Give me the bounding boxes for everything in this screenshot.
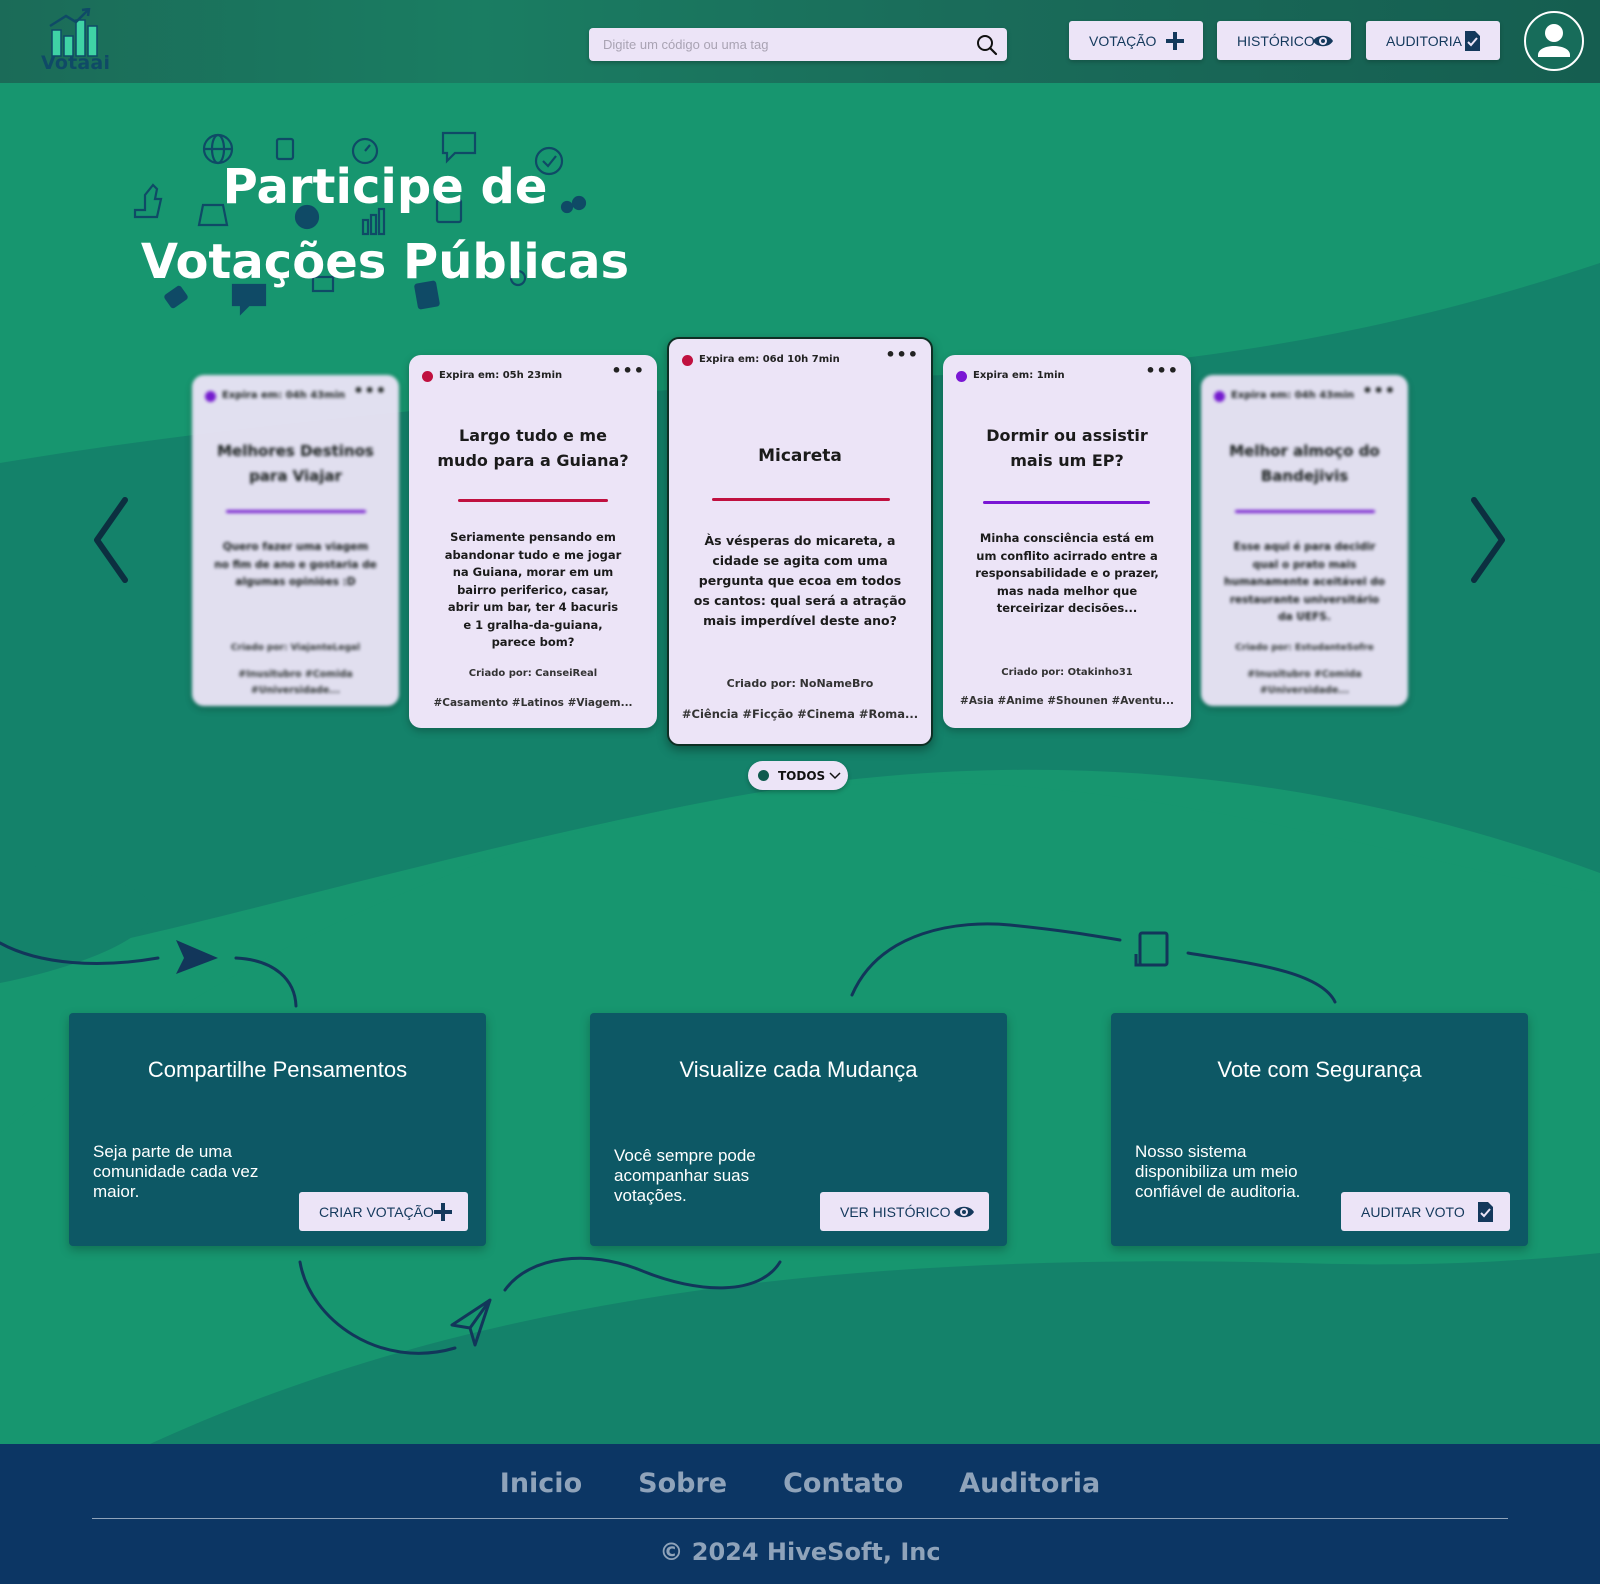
hero-title-line2: Votações Públicas <box>140 234 630 290</box>
audit-vote-button[interactable]: AUDITAR VOTO <box>1341 1192 1510 1231</box>
create-vote-button[interactable]: CRIAR VOTAÇÃO <box>299 1192 468 1231</box>
footer-link-auditoria[interactable]: Auditoria <box>959 1468 1100 1499</box>
more-options-icon[interactable]: ••• <box>1362 381 1396 400</box>
eye-icon <box>954 1206 974 1218</box>
feature-title: Compartilhe Pensamentos <box>147 1057 408 1082</box>
audit-button[interactable]: AUDITORIA <box>1366 21 1500 60</box>
card-title: Dormir ou assistir mais um EP? <box>986 426 1148 470</box>
copyright: © 2024 HiveSoft, Inc <box>659 1538 941 1566</box>
feature-card-audit: Vote com Segurança Nosso sistema disponi… <box>1111 1013 1528 1246</box>
footer-link-contato[interactable]: Contato <box>783 1468 903 1499</box>
status-dot <box>956 371 967 382</box>
filter-label: TODOS <box>778 768 826 783</box>
card-creator: Criado por: EstudanteSofre <box>1235 643 1374 653</box>
card-description: Seriamente pensando em abandonar tudo e … <box>444 530 622 649</box>
status-dot <box>422 371 433 382</box>
feature-description: Seja parte de uma comunidade cada vez ma… <box>93 1142 259 1201</box>
card-expire: Expira em: 06d 10h 7min <box>699 354 840 365</box>
view-history-label: VER HISTÓRICO <box>840 1203 951 1220</box>
new-vote-button[interactable]: VOTAÇÃO <box>1069 21 1203 60</box>
card-title: Largo tudo e me mudo para a Guiana? <box>437 426 629 470</box>
audit-vote-label: AUDITAR VOTO <box>1361 1203 1465 1220</box>
new-vote-label: VOTAÇÃO <box>1089 32 1157 49</box>
card-title: Micareta <box>758 446 842 466</box>
history-button[interactable]: HISTÓRICO <box>1217 21 1351 60</box>
document-check-icon <box>1465 31 1480 51</box>
plus-icon <box>1166 32 1184 50</box>
poll-card[interactable]: Expira em: 1min ••• Dormir ou assistir m… <box>943 355 1191 728</box>
filter-status-dot <box>758 770 769 781</box>
more-options-icon[interactable]: ••• <box>1145 361 1179 380</box>
top-header: Votaai VOTAÇÃO HISTÓRICO AUDITORIA <box>0 0 1600 83</box>
card-description: Minha consciência está em um conflito ac… <box>975 531 1159 615</box>
more-options-icon[interactable]: ••• <box>885 345 919 364</box>
card-description: Esse aqui é para decidir qual o prato ma… <box>1224 541 1385 623</box>
card-creator: Criado por: ViajanteLegal <box>230 643 361 653</box>
footer-link-inicio[interactable]: Inicio <box>500 1468 582 1499</box>
feature-description: Você sempre pode acompanhar suas votaçõe… <box>614 1146 756 1205</box>
status-dot <box>682 355 693 366</box>
more-options-icon[interactable]: ••• <box>611 361 645 380</box>
status-dot <box>1214 391 1225 402</box>
card-title: Melhor almoço do Bandejivis <box>1229 442 1380 485</box>
category-filter-dropdown[interactable]: TODOS <box>748 761 848 790</box>
logo-text[interactable]: Votaai <box>41 52 110 74</box>
card-expire: Expira em: 04h 43min <box>1231 390 1355 401</box>
carousel-next-arrow-icon[interactable] <box>1464 490 1514 590</box>
audit-label: AUDITORIA <box>1386 32 1462 49</box>
card-expire: Expira em: 1min <box>973 370 1065 381</box>
card-expire: Expira em: 04h 43min <box>222 390 346 401</box>
view-history-button[interactable]: VER HISTÓRICO <box>820 1192 989 1231</box>
poll-card-featured[interactable]: Expira em: 06d 10h 7min ••• Micareta Às … <box>667 337 933 746</box>
card-description: Às vésperas do micareta, a cidade se agi… <box>693 533 907 628</box>
carousel-prev-arrow-icon[interactable] <box>85 490 135 590</box>
card-tags: #Ciência #Ficção #Cinema #Roma... <box>681 707 919 721</box>
card-divider <box>226 510 366 513</box>
card-tags: #Inusitubro #Comida #Universidade... <box>1247 669 1362 696</box>
eye-icon <box>1313 35 1333 47</box>
poll-card[interactable]: Expira em: 05h 23min ••• Largo tudo e me… <box>409 355 657 728</box>
feature-title: Visualize cada Mudança <box>679 1057 918 1082</box>
card-creator: Criado por: CanseiReal <box>468 668 598 679</box>
status-dot <box>205 391 216 402</box>
history-label: HISTÓRICO <box>1237 32 1315 49</box>
card-tags: #Asia #Anime #Shounen #Aventu... <box>960 695 1174 707</box>
card-divider <box>712 498 890 501</box>
user-icon <box>1538 24 1570 57</box>
poll-card[interactable]: Expira em: 04h 43min ••• Melhor almoço d… <box>1201 375 1408 706</box>
feature-card-history: Visualize cada Mudança Você sempre pode … <box>590 1013 1007 1246</box>
hero-title: Participe de Votações Públicas <box>130 150 640 300</box>
card-tags: #Casamento #Latinos #Viagem... <box>433 697 633 709</box>
plus-icon <box>434 1203 452 1221</box>
hero-title-line1: Participe de <box>222 159 548 215</box>
feature-description: Nosso sistema disponibiliza um meio conf… <box>1135 1142 1301 1201</box>
card-creator: Criado por: Otakinho31 <box>1001 667 1133 678</box>
user-avatar[interactable] <box>1524 11 1584 71</box>
footer: Inicio Sobre Contato Auditoria © 2024 Hi… <box>0 1444 1600 1584</box>
card-expire: Expira em: 05h 23min <box>439 370 563 381</box>
card-creator: Criado por: NoNameBro <box>726 677 874 690</box>
document-check-icon <box>1478 1202 1493 1222</box>
footer-divider <box>92 1518 1508 1519</box>
more-options-icon[interactable]: ••• <box>353 381 387 400</box>
poll-card[interactable]: Expira em: 04h 43min ••• Melhores Destin… <box>192 375 399 706</box>
card-description: Quero fazer uma viagem no fim de ano e g… <box>214 541 377 588</box>
feature-card-share: Compartilhe Pensamentos Seja parte de um… <box>69 1013 486 1246</box>
card-divider <box>983 501 1150 504</box>
create-vote-label: CRIAR VOTAÇÃO <box>319 1203 434 1220</box>
card-title: Melhores Destinos para Viajar <box>217 442 374 485</box>
card-divider <box>1235 510 1375 513</box>
card-tags: #Inusitubro #Comida #Universidade... <box>238 669 353 696</box>
card-divider <box>458 499 608 502</box>
search-icon[interactable] <box>976 34 998 56</box>
feature-title: Vote com Segurança <box>1217 1057 1422 1082</box>
footer-nav: Inicio Sobre Contato Auditoria <box>0 1468 1600 1499</box>
search-input[interactable] <box>603 28 963 61</box>
footer-link-sobre[interactable]: Sobre <box>638 1468 727 1499</box>
chevron-down-icon <box>829 772 841 780</box>
search-bar <box>589 28 1007 61</box>
